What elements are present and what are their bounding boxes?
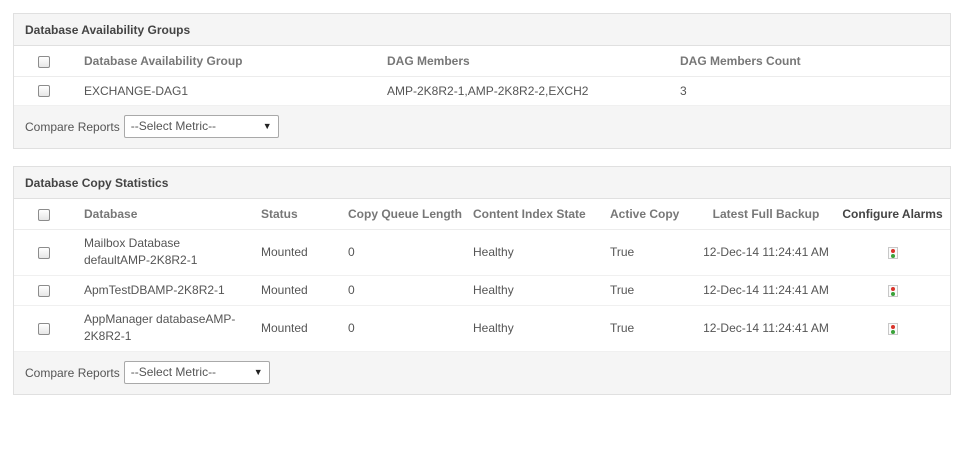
triangle-down-icon: ▼ xyxy=(262,121,272,131)
compare-reports-label: Compare Reports xyxy=(25,119,120,134)
dag-compare-footer: Compare Reports --Select Metric-- ▼ xyxy=(14,105,950,148)
select-all-checkbox-cell xyxy=(14,46,84,77)
table-row: ApmTestDBAMP-2K8R2-1 Mounted 0 Healthy T… xyxy=(14,275,950,306)
col-latest-full-backup[interactable]: Latest Full Backup xyxy=(697,199,835,230)
copy-stats-panel-title: Database Copy Statistics xyxy=(14,167,950,199)
row-checkbox[interactable] xyxy=(38,85,50,98)
triangle-down-icon: ▼ xyxy=(253,367,263,377)
metric-select-value: --Select Metric-- xyxy=(130,119,217,133)
row-checkbox[interactable] xyxy=(38,284,50,297)
col-active-copy[interactable]: Active Copy xyxy=(610,199,697,230)
metric-select[interactable]: --Select Metric-- ▼ xyxy=(123,115,279,138)
copy-queue-length: 0 xyxy=(348,229,473,276)
row-checkbox[interactable] xyxy=(38,246,50,259)
copy-queue-length: 0 xyxy=(348,275,473,306)
select-all-checkbox[interactable] xyxy=(38,55,50,68)
active-copy: True xyxy=(610,229,697,276)
dag-table-header: Database Availability Group DAG Members … xyxy=(14,46,950,77)
col-content-index-state[interactable]: Content Index State xyxy=(473,199,610,230)
select-all-checkbox-cell xyxy=(14,199,84,230)
copy-stats-header: Database Status Copy Queue Length Conten… xyxy=(14,199,950,230)
alarm-config-icon[interactable] xyxy=(887,246,898,259)
copy-stats-compare-footer: Compare Reports --Select Metric-- ▼ xyxy=(14,351,950,394)
database-name[interactable]: Mailbox Database defaultAMP-2K8R2-1 xyxy=(84,229,261,276)
metric-select[interactable]: --Select Metric-- ▼ xyxy=(123,361,270,384)
copy-stats-panel: Database Copy Statistics Database Status… xyxy=(13,166,951,395)
col-dag-name[interactable]: Database Availability Group xyxy=(84,46,387,77)
alarm-config-icon[interactable] xyxy=(887,322,898,335)
latest-full-backup: 12-Dec-14 11:24:41 AM xyxy=(697,305,835,352)
compare-reports-label: Compare Reports xyxy=(25,365,120,380)
copy-queue-length: 0 xyxy=(348,305,473,352)
database-name[interactable]: AppManager databaseAMP-2K8R2-1 xyxy=(84,305,261,352)
col-status[interactable]: Status xyxy=(261,199,348,230)
dag-members: AMP-2K8R2-1,AMP-2K8R2-2,EXCH2 xyxy=(387,76,680,106)
table-row: AppManager databaseAMP-2K8R2-1 Mounted 0… xyxy=(14,305,950,352)
active-copy: True xyxy=(610,275,697,306)
content-index-state: Healthy xyxy=(473,229,610,276)
col-configure-alarms: Configure Alarms xyxy=(835,199,950,230)
active-copy: True xyxy=(610,305,697,352)
row-checkbox[interactable] xyxy=(38,322,50,335)
table-row: EXCHANGE-DAG1 AMP-2K8R2-1,AMP-2K8R2-2,EX… xyxy=(14,76,950,106)
col-dag-members[interactable]: DAG Members xyxy=(387,46,680,77)
latest-full-backup: 12-Dec-14 11:24:41 AM xyxy=(697,229,835,276)
dag-members-count: 3 xyxy=(680,76,950,106)
copy-stats-table: Database Status Copy Queue Length Conten… xyxy=(14,199,950,352)
dag-name[interactable]: EXCHANGE-DAG1 xyxy=(84,76,387,106)
content-index-state: Healthy xyxy=(473,275,610,306)
status: Mounted xyxy=(261,305,348,352)
database-name[interactable]: ApmTestDBAMP-2K8R2-1 xyxy=(84,275,261,306)
select-all-checkbox[interactable] xyxy=(38,208,50,221)
status: Mounted xyxy=(261,275,348,306)
dag-panel-title: Database Availability Groups xyxy=(14,14,950,46)
content-index-state: Healthy xyxy=(473,305,610,352)
col-copy-queue-length[interactable]: Copy Queue Length xyxy=(348,199,473,230)
col-database[interactable]: Database xyxy=(84,199,261,230)
latest-full-backup: 12-Dec-14 11:24:41 AM xyxy=(697,275,835,306)
status: Mounted xyxy=(261,229,348,276)
dag-panel: Database Availability Groups Database Av… xyxy=(13,13,951,149)
col-dag-members-count[interactable]: DAG Members Count xyxy=(680,46,950,77)
dag-table: Database Availability Group DAG Members … xyxy=(14,46,950,106)
alarm-config-icon[interactable] xyxy=(887,284,898,297)
metric-select-value: --Select Metric-- xyxy=(130,365,217,379)
table-row: Mailbox Database defaultAMP-2K8R2-1 Moun… xyxy=(14,229,950,276)
row-checkbox-cell xyxy=(14,76,84,106)
